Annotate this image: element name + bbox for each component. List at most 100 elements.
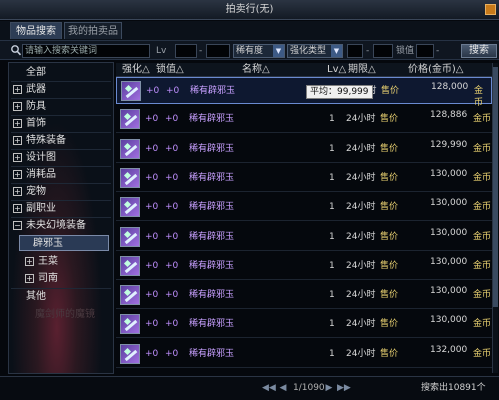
item-icon: [120, 285, 140, 305]
chevron-down-icon[interactable]: ▼: [273, 45, 284, 57]
row-duration: 24小时: [346, 261, 376, 271]
row-lv: 1: [329, 202, 335, 212]
table-header: 强化△ 锁值△ 名称△ Lv△ 期限△ 价格(金币)△: [116, 63, 492, 77]
row-price: 130,000: [430, 315, 468, 325]
enhance-max-input[interactable]: [373, 44, 393, 58]
plus-icon[interactable]: +: [13, 187, 22, 196]
plus-icon[interactable]: +: [13, 102, 22, 111]
row-sell-label: 售价: [380, 202, 399, 212]
column-header-price[interactable]: 价格(金币)△: [408, 64, 464, 76]
sidebar-item-consumables[interactable]: + 消耗品: [11, 167, 111, 183]
plus-icon[interactable]: +: [13, 136, 22, 145]
sidebar-item-pets[interactable]: + 宠物: [11, 184, 111, 200]
item-icon: [120, 314, 140, 334]
table-row[interactable]: +0 +0 稀有辟邪玉 1 24小时 售价 130,000 金币: [116, 194, 492, 221]
lv-label: Lv: [156, 46, 167, 56]
tab-item-search[interactable]: 物品搜索: [10, 22, 62, 39]
row-sell-label: 售价: [380, 114, 399, 124]
chevron-down-icon[interactable]: ▼: [331, 45, 342, 57]
sidebar-item-illusion-equipment[interactable]: − 未央幻境装备: [11, 218, 111, 234]
row-item-name: 稀有辟邪玉: [189, 319, 235, 329]
row-price: 132,000: [430, 345, 468, 355]
row-currency: 金币: [473, 173, 492, 183]
lv-min-input[interactable]: [175, 44, 197, 58]
row-enhance: +0: [145, 202, 159, 212]
column-header-enhance[interactable]: 强化△: [122, 64, 150, 76]
table-row[interactable]: +0 +0 稀有辟邪玉 1 24小时 售价 129,990 金币: [116, 136, 492, 163]
plus-icon[interactable]: +: [13, 204, 22, 213]
table-row[interactable]: +0 +0 稀有辟邪玉 1 24小时 售价 130,000 金币: [116, 311, 492, 338]
row-lv: 1: [329, 261, 335, 271]
table-row[interactable]: +0 +0 稀有辟邪玉 1 24小时 售价 130,000 金币: [116, 253, 492, 280]
sidebar-item-compass[interactable]: + 司南: [23, 271, 113, 287]
sidebar-item-sub-profession[interactable]: + 副职业: [11, 201, 111, 217]
pagination-footer: ◀◀ ◀ 1/1090 ▶ ▶▶ 搜索出10891个: [0, 376, 499, 400]
window-corner-icon[interactable]: [485, 4, 496, 15]
column-header-lv[interactable]: Lv△: [327, 64, 346, 76]
table-row[interactable]: +0 +0 稀有辟邪玉 1 24小时 售价 132,000 金币: [116, 341, 492, 368]
sidebar-item-wangcai[interactable]: + 王菜: [23, 254, 113, 270]
tab-my-auctions[interactable]: 我的拍卖品: [64, 22, 122, 39]
row-price: 130,000: [430, 286, 468, 296]
item-list: +0+0稀有辟邪玉124小时售价128,000金币平均：99,999+0+0稀有…: [116, 77, 492, 373]
table-row[interactable]: +0 +0 稀有辟邪玉 1 24小时 售价 130,000 金币: [116, 165, 492, 192]
item-icon: [120, 256, 140, 276]
scrollbar[interactable]: [492, 63, 498, 373]
column-header-lock[interactable]: 锁值△: [156, 64, 184, 76]
plus-icon[interactable]: +: [25, 257, 34, 266]
lv-max-input[interactable]: [206, 44, 230, 58]
row-item-name: 稀有辟邪玉: [189, 202, 235, 212]
tab-bar: 物品搜索 我的拍卖品: [0, 21, 499, 40]
search-button[interactable]: 搜索: [461, 44, 497, 58]
row-lock: +0: [165, 202, 179, 212]
sidebar-item-accessories[interactable]: + 首饰: [11, 116, 111, 132]
table-row[interactable]: +0+0稀有辟邪玉124小时售价128,000金币平均：99,999: [116, 77, 492, 108]
sidebar-item-special-equipment[interactable]: + 特殊装备: [11, 133, 111, 149]
sidebar-item-all[interactable]: 全部: [11, 65, 111, 81]
page-indicator: 1/1090: [293, 383, 325, 393]
row-currency: 金币: [473, 144, 492, 154]
enhance-type-dropdown[interactable]: 强化类型 ▼: [287, 44, 343, 58]
table-row[interactable]: +0 +0 稀有辟邪玉 1 24小时 售价 130,000 金币: [116, 224, 492, 251]
row-duration: 24小时: [346, 290, 376, 300]
item-icon: [121, 81, 141, 101]
item-icon: [120, 109, 140, 129]
column-header-duration[interactable]: 期限△: [348, 64, 376, 76]
row-enhance: +0: [146, 86, 160, 96]
enhance-type-dropdown-value: 强化类型: [290, 46, 327, 56]
rarity-dropdown[interactable]: 稀有度 ▼: [233, 44, 285, 58]
row-sell-label: 售价: [381, 86, 400, 96]
sidebar-item-bixie-jade[interactable]: 辟邪玉: [19, 235, 109, 251]
minus-icon[interactable]: −: [13, 221, 22, 230]
lock-value-input[interactable]: [416, 44, 434, 58]
next-page-icon[interactable]: ▶: [323, 382, 335, 394]
search-input[interactable]: 请输入搜索关键词: [22, 44, 150, 58]
row-duration: 24小时: [346, 173, 376, 183]
row-duration: 24小时: [346, 319, 376, 329]
plus-icon[interactable]: +: [13, 170, 22, 179]
table-row[interactable]: +0 +0 稀有辟邪玉 1 24小时 售价 128,886 金币: [116, 106, 492, 133]
plus-icon[interactable]: +: [13, 153, 22, 162]
row-duration: 24小时: [346, 349, 376, 359]
prev-page-icon[interactable]: ◀: [277, 382, 289, 394]
plus-icon[interactable]: +: [13, 119, 22, 128]
sidebar-item-other[interactable]: 其他: [11, 289, 111, 305]
plus-icon[interactable]: +: [25, 274, 34, 283]
column-header-name[interactable]: 名称△: [242, 64, 270, 76]
sidebar-item-weapons[interactable]: + 武器: [11, 82, 111, 98]
sidebar-item-armor[interactable]: + 防具: [11, 99, 111, 115]
scrollbar-thumb[interactable]: [493, 67, 498, 307]
first-page-icon[interactable]: ◀◀: [262, 382, 276, 394]
table-row[interactable]: +0 +0 稀有辟邪玉 1 24小时 售价 130,000 金币: [116, 282, 492, 309]
plus-icon[interactable]: +: [13, 85, 22, 94]
enhance-min-input[interactable]: [347, 44, 363, 58]
row-item-name: 稀有辟邪玉: [189, 261, 235, 271]
row-price: 128,886: [430, 110, 468, 120]
row-lv: 1: [329, 173, 335, 183]
row-item-name: 稀有辟邪玉: [189, 114, 235, 124]
last-page-icon[interactable]: ▶▶: [337, 382, 351, 394]
row-price: 130,000: [430, 228, 468, 238]
item-icon: [120, 344, 140, 364]
row-duration: 24小时: [346, 202, 376, 212]
sidebar-item-blueprints[interactable]: + 设计图: [11, 150, 111, 166]
